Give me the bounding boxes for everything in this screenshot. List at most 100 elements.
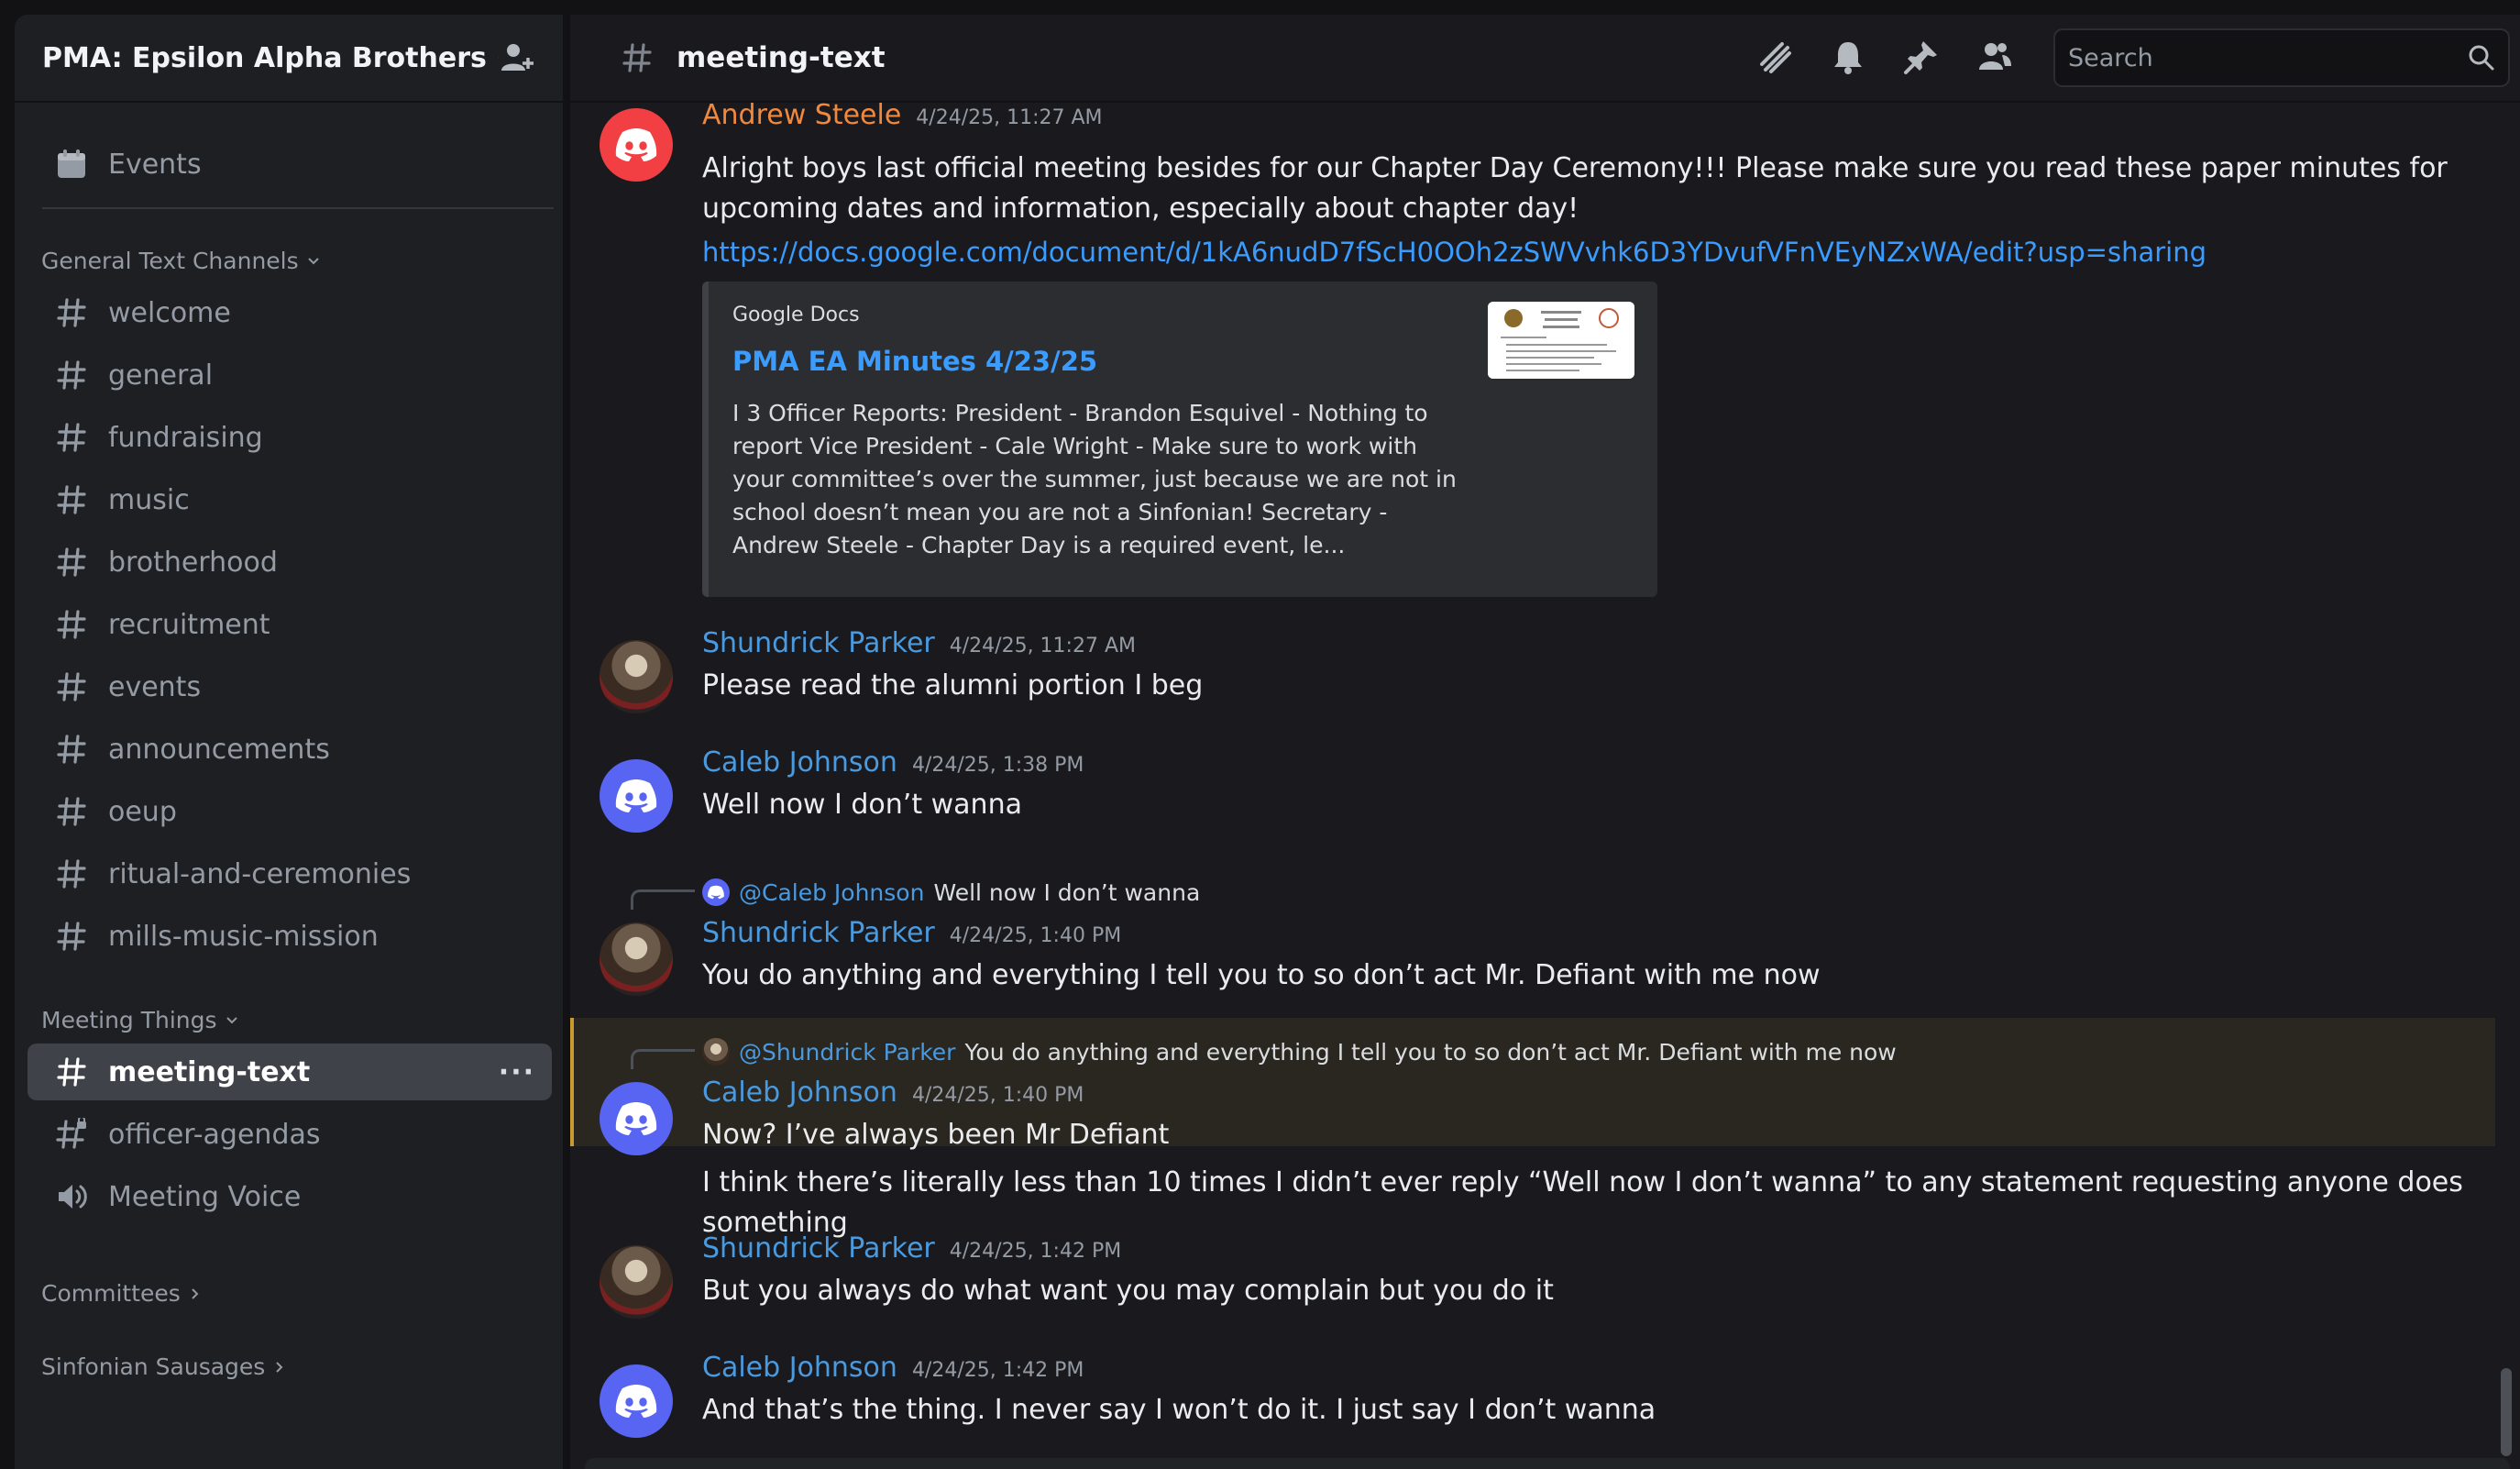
hash-icon [55, 857, 88, 890]
message-text: And that’s the thing. I never say I won’… [702, 1394, 1656, 1426]
search-input[interactable]: Search [2053, 28, 2510, 87]
search-icon [2469, 45, 2494, 71]
category-committees[interactable]: Committees [41, 1280, 203, 1307]
message-header: Shundrick Parker 4/24/25, 11:27 AM [702, 627, 1136, 659]
message-header: Shundrick Parker 4/24/25, 1:42 PM [702, 1232, 1121, 1265]
hash-icon [55, 1055, 88, 1088]
timestamp: 4/24/25, 1:40 PM [911, 1084, 1084, 1107]
discord-logo-icon [702, 878, 730, 906]
channel-welcome[interactable]: welcome [28, 284, 552, 341]
channel-meeting-voice[interactable]: Meeting Voice [28, 1168, 552, 1225]
message-text: But you always do what want you may comp… [702, 1275, 1554, 1307]
timestamp: 4/24/25, 11:27 AM [916, 106, 1103, 129]
author-name[interactable]: Andrew Steele [702, 99, 901, 131]
pinned-messages-button[interactable] [1899, 35, 1943, 79]
channel-fundraising[interactable]: fundraising [28, 409, 552, 466]
divider [42, 207, 554, 209]
header-toolbar [1753, 35, 2017, 79]
hash-icon [55, 421, 88, 454]
hash-icon [55, 795, 88, 828]
hash-icon [55, 608, 88, 641]
channel-general[interactable]: general [28, 347, 552, 403]
threads-button[interactable] [1753, 35, 1797, 79]
hash-icon [55, 296, 88, 329]
channel-music[interactable]: music [28, 471, 552, 528]
author-name[interactable]: Shundrick Parker [702, 627, 935, 659]
events-label: Events [108, 148, 202, 181]
reply-spine [631, 1049, 695, 1069]
channel-announcements[interactable]: announcements [28, 721, 552, 778]
avatar[interactable] [600, 1364, 673, 1438]
channel-brotherhood[interactable]: brotherhood [28, 534, 552, 591]
channel-officer-agendas[interactable]: officer-agendas [28, 1106, 552, 1163]
discord-logo-icon [615, 128, 657, 161]
server-name: PMA: Epsilon Alpha Brothers [42, 41, 487, 74]
members-icon [1979, 43, 2011, 70]
message-text: Well now I don’t wanna [702, 789, 1022, 821]
message-header: Shundrick Parker 4/24/25, 1:40 PM [702, 917, 1121, 949]
channel-options-button[interactable]: ··· [499, 1056, 535, 1088]
message-header: Caleb Johnson 4/24/25, 1:42 PM [702, 1352, 1084, 1384]
avatar[interactable] [600, 922, 673, 996]
invite-people-button[interactable] [499, 38, 535, 78]
avatar[interactable] [600, 108, 673, 182]
chevron-right-icon [192, 1287, 199, 1299]
avatar[interactable] [600, 759, 673, 833]
channel-title: meeting-text [677, 41, 886, 74]
timestamp: 4/24/25, 1:38 PM [911, 754, 1084, 777]
message-header: Caleb Johnson 4/24/25, 1:38 PM [702, 746, 1084, 779]
member-list-button[interactable] [1973, 35, 2017, 79]
category-sinfonian-sausages[interactable]: Sinfonian Sausages [41, 1353, 287, 1380]
author-name[interactable]: Caleb Johnson [702, 746, 897, 779]
notifications-button[interactable] [1826, 35, 1870, 79]
discord-logo-icon [615, 1102, 657, 1135]
hash-icon [55, 359, 88, 392]
channel-oeup[interactable]: oeup [28, 783, 552, 840]
events-item[interactable]: Events [28, 136, 552, 193]
link-embed: Google Docs PMA EA Minutes 4/23/25 I 3 O… [702, 282, 1657, 597]
speaker-icon [55, 1180, 88, 1213]
hash-icon [55, 670, 88, 703]
author-name[interactable]: Shundrick Parker [702, 917, 935, 949]
hash-icon [55, 733, 88, 766]
message-link[interactable]: https://docs.google.com/document/d/1kA6n… [702, 237, 2206, 268]
channel-ritual-and-ceremonies[interactable]: ritual-and-ceremonies [28, 845, 552, 902]
embed-description: I 3 Officer Reports: President - Brandon… [732, 400, 1457, 558]
reply-preview[interactable]: @Shundrick Parker You do anything and ev… [702, 1038, 1897, 1066]
author-name[interactable]: Shundrick Parker [702, 1232, 935, 1265]
scrollbar-thumb[interactable] [2501, 1368, 2512, 1456]
channel-meeting-text[interactable]: meeting-text ··· [28, 1044, 552, 1100]
author-name[interactable]: Caleb Johnson [702, 1077, 897, 1109]
add-member-icon [501, 44, 534, 71]
chevron-down-icon [226, 1016, 237, 1023]
hash-icon [622, 43, 652, 72]
threads-icon [1760, 42, 1791, 73]
message-text-continued: I think there’s literally less than 10 t… [702, 1166, 2463, 1239]
locked-hash-icon [55, 1118, 88, 1151]
timestamp: 4/24/25, 1:42 PM [911, 1359, 1084, 1382]
calendar-icon [55, 148, 88, 181]
channel-events[interactable]: events [28, 658, 552, 715]
embed-title[interactable]: PMA EA Minutes 4/23/25 [732, 346, 1097, 377]
avatar[interactable] [600, 640, 673, 713]
message-composer[interactable] [585, 1458, 2510, 1469]
discord-logo-icon [615, 779, 657, 812]
message-header: Andrew Steele 4/24/25, 11:27 AM [702, 99, 1103, 131]
avatar[interactable] [600, 1245, 673, 1319]
category-general-text-channels[interactable]: General Text Channels [41, 248, 321, 274]
reply-preview[interactable]: @Caleb Johnson Well now I don’t wanna [702, 878, 1200, 906]
reply-mention[interactable]: @Caleb Johnson [739, 879, 924, 906]
chevron-down-icon [307, 257, 319, 264]
message-text: Please read the alumni portion I beg [702, 669, 1204, 701]
reply-mention[interactable]: @Shundrick Parker [739, 1039, 955, 1066]
channel-mills-music-mission[interactable]: mills-music-mission [28, 908, 552, 965]
channel-recruitment[interactable]: recruitment [28, 596, 552, 653]
chevron-right-icon [276, 1361, 283, 1373]
category-meeting-things[interactable]: Meeting Things [41, 1007, 239, 1033]
search-placeholder: Search [2068, 43, 2153, 72]
message-text: Now? I’ve always been Mr Defiant [702, 1119, 1170, 1151]
embed-thumbnail[interactable] [1488, 302, 1634, 379]
avatar[interactable] [600, 1082, 673, 1155]
author-name[interactable]: Caleb Johnson [702, 1352, 897, 1384]
server-header[interactable]: PMA: Epsilon Alpha Brothers [15, 15, 563, 103]
